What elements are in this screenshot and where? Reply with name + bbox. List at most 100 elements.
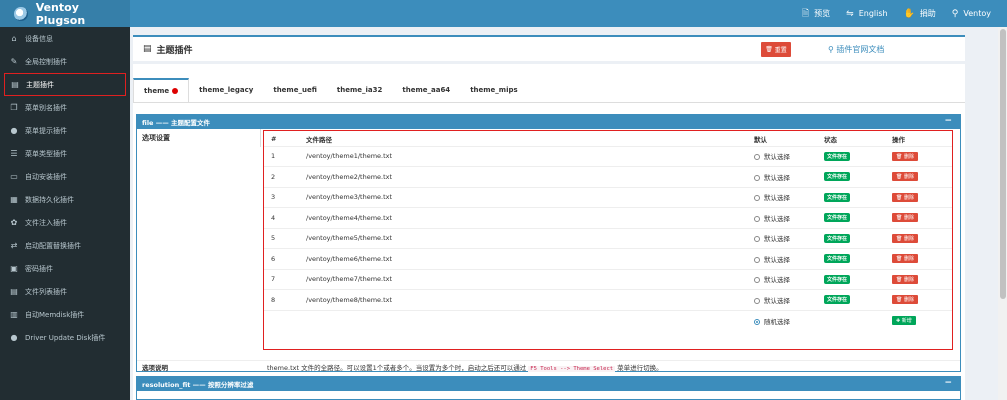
delete-label: 删除 [903,297,914,304]
default-label: 默认选择 [764,214,790,223]
donate-label: 捐助 [919,9,936,18]
option-label: 选项设置 [142,134,170,142]
collapse-icon[interactable]: − [944,116,952,126]
table-row-add: 随机选择 ✚ 新增 [264,309,952,331]
default-label: 默认选择 [764,194,790,203]
table-row: 5 /ventoy/theme5/theme.txt 默认选择 文件存在 🗑 删… [264,227,952,249]
tab-theme-ia32[interactable]: theme_ia32 [327,78,392,102]
collapse-icon[interactable]: − [944,378,952,388]
radio-checked-icon[interactable] [754,318,760,325]
sidebar-item-password[interactable]: ▣ 密码插件 [0,257,130,280]
scrollbar[interactable] [998,27,1007,400]
status-badge: 文件存在 [824,254,851,264]
status-badge: 文件存在 [824,151,851,161]
sidebar-item-menu-tip[interactable]: ● 菜单提示插件 [0,119,130,142]
tab-theme[interactable]: theme [133,78,190,102]
donate-link[interactable]: ✋ 捐助 [904,8,936,19]
delete-button[interactable]: 🗑 删除 [892,233,918,243]
table-row: 3 /ventoy/theme3/theme.txt 默认选择 文件存在 🗑 删… [264,186,952,208]
main-content: ▤ 主题插件 🗑 重置 ⚲ 插件官网文档 theme theme_legacy … [130,27,1007,400]
tab-theme-mips[interactable]: theme_mips [460,78,528,102]
row-num: 6 [264,248,299,269]
ventoy-link[interactable]: ⚲ Ventoy [952,9,991,19]
default-radio[interactable]: 默认选择 [747,207,817,228]
scrollbar-thumb[interactable] [1000,29,1006,299]
sidebar-item-label: 自动安装插件 [25,172,67,181]
delete-label: 删除 [903,256,914,263]
wrench-icon: ✎ [10,57,18,66]
row-num: 3 [264,186,299,208]
sidebar-item-auto-memdisk[interactable]: ▥ 自动Memdisk插件 [0,303,130,326]
col-action: 操作 [885,133,952,147]
gear-icon: ✿ [10,218,18,227]
sidebar-item-injection[interactable]: ✿ 文件注入插件 [0,211,130,234]
bank-icon: ⌂ [11,34,17,43]
reset-button[interactable]: 🗑 重置 [761,42,791,57]
docs-link[interactable]: ⚲ 插件官网文档 [828,44,884,55]
delete-button[interactable]: 🗑 删除 [892,295,918,305]
radio-icon[interactable] [754,297,760,304]
row-num: 2 [264,166,299,187]
delete-button[interactable]: 🗑 删除 [892,151,918,161]
tab-theme-uefi[interactable]: theme_uefi [263,78,327,102]
delete-button[interactable]: 🗑 删除 [892,254,918,264]
table-row: 7 /ventoy/theme7/theme.txt 默认选择 文件存在 🗑 删… [264,268,952,290]
default-radio[interactable]: 默认选择 [747,248,817,269]
copy-icon: ❐ [10,103,18,112]
page-title: ▤ 主题插件 [143,43,193,56]
radio-icon[interactable] [754,215,760,222]
language-link[interactable]: ⇋ English [846,9,887,19]
brand[interactable]: Ventoy Plugson [0,0,130,27]
sidebar-item-global-control[interactable]: ✎ 全局控制插件 [0,50,130,73]
delete-label: 删除 [903,276,914,283]
sidebar-item-device-info[interactable]: ⌂ 设备信息 [0,27,130,50]
trash-icon: 🗑 [896,194,904,201]
default-radio[interactable]: 默认选择 [747,166,817,187]
default-radio[interactable]: 默认选择 [747,145,817,167]
panel-header: resolution_fit —— 按照分辨率过滤 − [137,377,960,391]
delete-button[interactable]: 🗑 删除 [892,213,918,223]
sidebar-item-auto-install[interactable]: ▭ 自动安装插件 [0,165,130,188]
sidebar-item-conf-replace[interactable]: ⇄ 启动配置替换插件 [0,234,130,257]
radio-icon[interactable] [754,256,760,263]
default-radio[interactable]: 默认选择 [747,227,817,249]
col-default: 默认 [747,133,817,147]
radio-icon[interactable] [754,277,760,284]
tab-theme-legacy[interactable]: theme_legacy [189,78,263,102]
delete-button[interactable]: 🗑 删除 [892,192,918,202]
sidebar-item-theme[interactable]: ▤ 主题插件 [4,73,126,96]
sidebar-item-label: 主题插件 [26,80,54,89]
preview-link[interactable]: 🗎 预览 [802,6,830,22]
row-num: 4 [264,207,299,228]
sidebar-item-persistence[interactable]: ▦ 数据持久化插件 [0,188,130,211]
delete-button[interactable]: 🗑 删除 [892,274,918,284]
table-row: 2 /ventoy/theme2/theme.txt 默认选择 文件存在 🗑 删… [264,166,952,187]
preview-label: 预览 [814,9,831,18]
panel-title: resolution_fit —— 按照分辨率过滤 [142,381,254,389]
trash-icon: 🗑 [896,153,904,160]
radio-icon[interactable] [754,174,760,181]
delete-button[interactable]: 🗑 删除 [892,172,918,182]
sidebar-item-image-list[interactable]: ▤ 文件列表插件 [0,280,130,303]
random-radio[interactable]: 随机选择 [747,309,817,331]
table-row: 8 /ventoy/theme8/theme.txt 默认选择 文件存在 🗑 删… [264,289,952,310]
status-badge: 文件存在 [824,295,851,305]
sidebar-item-menu-alias[interactable]: ❐ 菜单别名插件 [0,96,130,119]
radio-icon[interactable] [754,154,760,161]
default-radio[interactable]: 默认选择 [747,186,817,208]
sidebar-item-menu-class[interactable]: ☰ 菜单类型插件 [0,142,130,165]
radio-icon[interactable] [754,236,760,243]
row-path: /ventoy/theme4/theme.txt [299,207,747,228]
add-button[interactable]: ✚ 新增 [892,316,916,325]
sidebar-item-dud[interactable]: ● Driver Update Disk插件 [0,326,130,349]
default-radio[interactable]: 默认选择 [747,268,817,290]
trash-icon: 🗑 [765,46,775,53]
tab-bar: theme theme_legacy theme_uefi theme_ia32… [133,78,528,102]
sidebar-item-label: 启动配置替换插件 [25,241,81,250]
tab-theme-aa64[interactable]: theme_aa64 [392,78,460,102]
radio-icon[interactable] [754,195,760,202]
col-path: 文件路径 [299,133,747,147]
row-path: /ventoy/theme7/theme.txt [299,268,747,290]
trash-icon: 🗑 [896,174,904,181]
default-radio[interactable]: 默认选择 [747,289,817,310]
